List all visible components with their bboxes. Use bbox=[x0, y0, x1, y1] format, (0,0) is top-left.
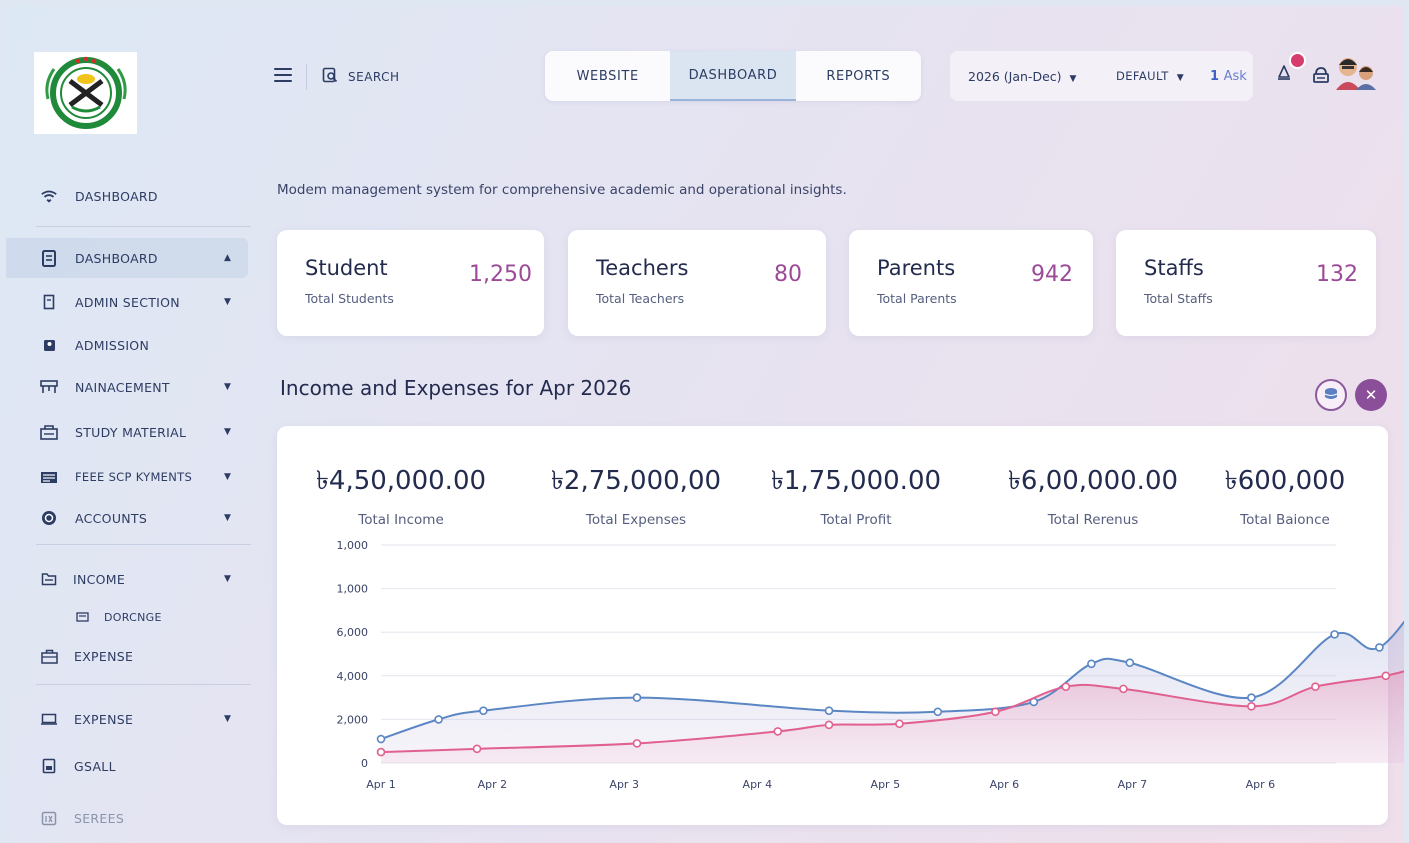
y-tick-label: 6,000 bbox=[337, 626, 369, 639]
data-point bbox=[824, 706, 834, 715]
data-point bbox=[376, 734, 386, 744]
data-point bbox=[1375, 643, 1384, 652]
y-tick-label: 1,000 bbox=[337, 539, 369, 552]
x-tick-label: Apr 1 bbox=[366, 778, 396, 791]
data-point bbox=[434, 715, 443, 724]
data-point bbox=[632, 693, 642, 702]
data-point bbox=[1247, 702, 1256, 711]
y-tick-label: 1,000 bbox=[337, 583, 369, 596]
income-expense-chart: 0 2,000 4,000 6,000 1,000 1,000 Apr 1 Apr 2 Apr … bbox=[337, 539, 1404, 791]
data-point bbox=[1247, 693, 1256, 702]
data-point bbox=[824, 720, 834, 730]
x-tick-label: Apr 5 bbox=[871, 778, 901, 791]
data-point bbox=[895, 719, 904, 729]
data-point bbox=[1119, 684, 1128, 694]
y-tick-label: 0 bbox=[361, 757, 368, 770]
data-point bbox=[1311, 682, 1320, 692]
data-point bbox=[632, 739, 642, 748]
data-point bbox=[1061, 682, 1071, 692]
x-tick-label: Apr 4 bbox=[743, 778, 773, 791]
data-point bbox=[479, 706, 488, 715]
data-point bbox=[933, 707, 943, 717]
data-point bbox=[1125, 658, 1135, 668]
x-tick-label: Apr 3 bbox=[609, 778, 639, 791]
app-frame: DASHBOARD DASHBOARD ▲ ADMIN SECTION ▼ AD… bbox=[6, 6, 1404, 843]
x-tick-label: Apr 2 bbox=[478, 778, 508, 791]
data-point bbox=[376, 747, 386, 757]
data-point bbox=[472, 744, 482, 754]
data-point bbox=[1087, 659, 1096, 669]
x-tick-label: Apr 7 bbox=[1118, 778, 1148, 791]
y-tick-label: 2,000 bbox=[337, 713, 369, 726]
x-tick-label: Apr 6 bbox=[990, 778, 1020, 791]
data-point bbox=[1381, 671, 1391, 681]
data-point bbox=[773, 727, 783, 736]
data-point bbox=[1330, 630, 1339, 639]
y-tick-label: 4,000 bbox=[337, 670, 369, 683]
x-tick-label: Apr 6 bbox=[1246, 778, 1276, 791]
data-point bbox=[991, 707, 1000, 717]
